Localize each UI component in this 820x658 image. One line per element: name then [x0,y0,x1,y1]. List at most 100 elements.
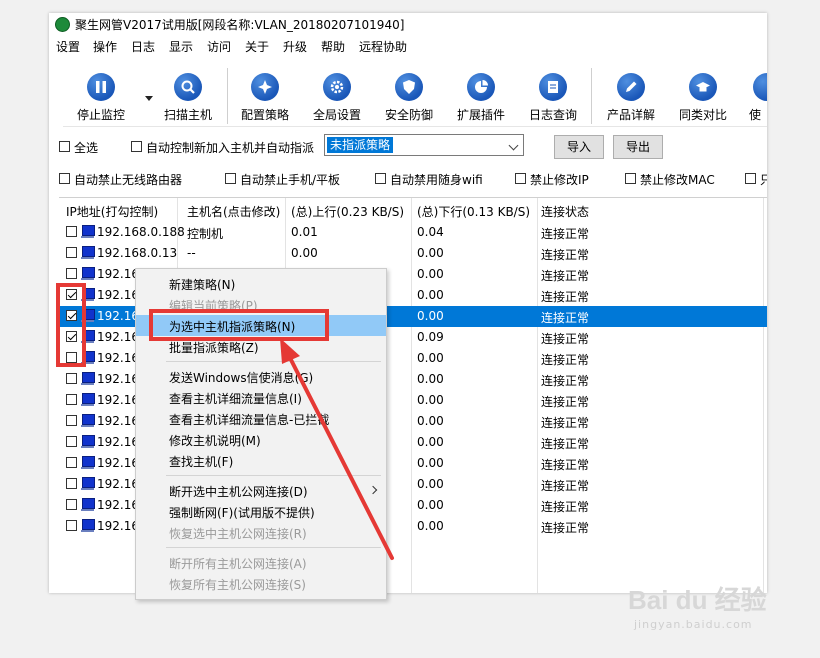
cell-down: 0.00 [417,288,444,302]
block-ip-change-checkbox[interactable] [515,173,526,184]
context-menu-item: 恢复选中主机公网连接(R) [169,527,307,541]
context-menu-item[interactable]: 查找主机(F) [136,450,386,471]
cell-ip: 192.168.0.13 [97,246,178,260]
auto-control-label: 自动控制新加入主机并自动指派 [146,141,315,155]
column-header-download[interactable]: (总)下行(0.13 KB/S) [417,203,530,220]
computer-icon [81,414,95,427]
edit-icon [617,73,645,101]
watermark-logo: Bai du 经验 [628,585,767,615]
context-menu-item[interactable]: 修改主机说明(M) [136,429,386,450]
column-header-hostname[interactable]: 主机名(点击修改) [187,203,280,220]
row-checkbox[interactable] [66,415,77,426]
cell-ip: 192.16 [97,351,139,365]
column-header-upload[interactable]: (总)上行(0.23 KB/S) [291,203,404,220]
cell-down: 0.00 [417,477,444,491]
chevron-down-icon[interactable] [145,96,153,101]
cell-status: 连接正常 [541,269,590,283]
cell-ip: 192.16 [97,519,139,533]
cell-status: 连接正常 [541,500,590,514]
menu-log[interactable]: 日志 [131,38,155,55]
export-button[interactable]: 导出 [613,135,663,159]
scan-hosts-button[interactable]: 扫描主机 [155,66,221,126]
row-checkbox[interactable] [66,373,77,384]
row-checkbox[interactable] [66,247,77,258]
pie-chart-icon [467,73,495,101]
user-button[interactable]: 使 [743,66,767,126]
cell-ip: 192.16 [97,309,139,323]
select-all-label: 全选 [74,141,99,155]
select-all-checkbox[interactable] [59,141,70,152]
policy-select[interactable]: 未指派策略 [324,134,524,156]
cell-status: 连接正常 [541,248,590,262]
cell-status: 连接正常 [541,374,590,388]
menu-help[interactable]: 帮助 [321,38,345,55]
row-checkbox[interactable] [66,499,77,510]
context-menu-item[interactable]: 发送Windows信使消息(G) [136,366,386,387]
row-checkbox[interactable] [66,436,77,447]
row-checkbox[interactable] [66,478,77,489]
compare-button[interactable]: 同类对比 [667,66,739,126]
security-defense-button[interactable]: 安全防御 [375,66,443,126]
menu-operation[interactable]: 操作 [93,38,117,55]
watermark: Bai du 经验 jingyan.baidu.com [618,580,778,640]
block-phone-tablet-checkbox[interactable] [225,173,236,184]
only-checkbox[interactable] [745,173,756,184]
context-menu-item[interactable]: 强制断网(F)(试用版不提供) [136,501,386,522]
computer-icon [81,267,95,280]
computer-icon [81,456,95,469]
row-checkbox[interactable] [66,226,77,237]
cell-status: 连接正常 [541,311,590,325]
cell-status: 连接正常 [541,227,590,241]
menu-display[interactable]: 显示 [169,38,193,55]
cell-ip: 192.16 [97,267,139,281]
computer-icon [81,246,95,259]
context-menu-item: 恢复所有主机公网连接(S) [169,578,306,592]
import-button[interactable]: 导入 [554,135,604,159]
block-wireless-router-checkbox[interactable] [59,173,70,184]
global-settings-button[interactable]: 全局设置 [303,66,371,126]
cell-ip: 192.16 [97,435,139,449]
context-menu-item[interactable]: 查看主机详细流量信息-已拦截 [136,408,386,429]
product-details-button[interactable]: 产品详解 [595,66,667,126]
graduation-cap-icon [689,73,717,101]
policy-icon [251,73,279,101]
block-portable-wifi-checkbox[interactable] [375,173,386,184]
block-mac-change-checkbox[interactable] [625,173,636,184]
computer-icon [81,498,95,511]
cell-status: 连接正常 [541,416,590,430]
menu-remote-assist[interactable]: 远程协助 [359,38,407,55]
menu-about[interactable]: 关于 [245,38,269,55]
column-header-ip[interactable]: IP地址(打勾控制) [66,203,158,220]
menu-separator [166,361,381,362]
menu-access[interactable]: 访问 [207,38,231,55]
context-menu-item[interactable]: 新建策略(N) [136,273,386,294]
watermark-url: jingyan.baidu.com [634,618,753,631]
cell-ip: 192.16 [97,477,139,491]
extension-plugins-button[interactable]: 扩展插件 [447,66,515,126]
row-checkbox[interactable] [66,457,77,468]
annotation-box-checkboxes [56,283,86,367]
pause-icon [87,73,115,101]
cell-host[interactable]: -- [187,246,196,260]
stop-monitor-button[interactable]: 停止监控 [63,66,139,126]
menu-upgrade[interactable]: 升级 [283,38,307,55]
column-header-status[interactable]: 连接状态 [541,203,589,220]
log-query-button[interactable]: 日志查询 [519,66,587,126]
context-menu-item[interactable]: 查看主机详细流量信息(I) [136,387,386,408]
context-menu-item[interactable]: 断开选中主机公网连接(D) [136,480,386,501]
row-checkbox[interactable] [66,520,77,531]
row-checkbox[interactable] [66,268,77,279]
config-policy-button[interactable]: 配置策略 [231,66,299,126]
table-row[interactable]: 192.168.0.13 -- 0.00 0.00 连接正常 [59,243,767,264]
auto-control-checkbox[interactable] [131,141,142,152]
cell-host[interactable]: 控制机 [187,225,223,242]
cell-up: 0.00 [291,246,318,260]
computer-icon [81,225,95,238]
app-logo-icon [55,17,70,32]
shield-icon [395,73,423,101]
menu-settings[interactable]: 设置 [56,38,80,55]
row-checkbox[interactable] [66,394,77,405]
table-row[interactable]: 192.168.0.188 控制机 0.01 0.04 连接正常 [59,222,767,243]
chevron-right-icon [368,485,378,495]
cell-status: 连接正常 [541,395,590,409]
